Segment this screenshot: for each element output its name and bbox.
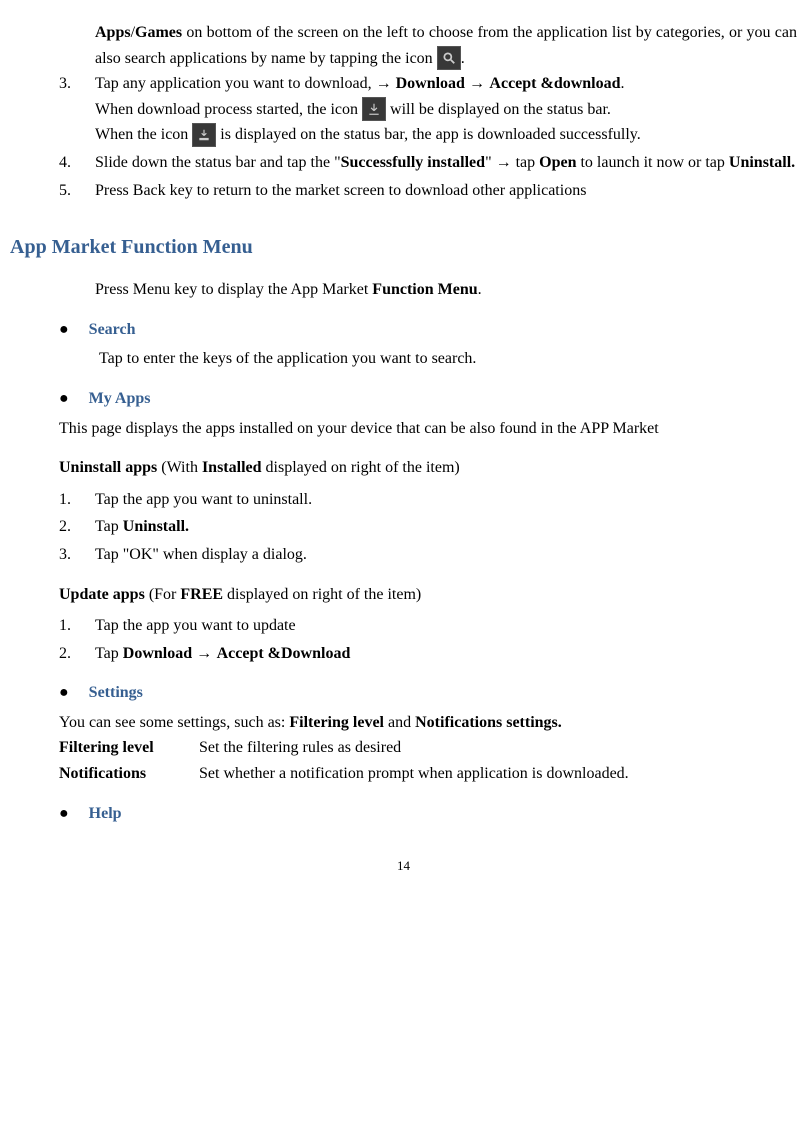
- intro-paragraph: Apps/Games on bottom of the screen on th…: [95, 20, 797, 71]
- step-3: 3. Tap any application you want to downl…: [95, 71, 797, 148]
- step-4: 4. Slide down the status bar and tap the…: [95, 150, 797, 176]
- bullet-icon: ●: [59, 317, 69, 343]
- bullet-myapps: ● My Apps: [95, 386, 797, 412]
- update-step-1: 1. Tap the app you want to update: [95, 613, 797, 639]
- settings-row-1: Filtering level Set the filtering rules …: [59, 735, 797, 761]
- bullet-icon: ●: [59, 680, 69, 706]
- step-5: 5. Press Back key to return to the marke…: [95, 178, 797, 204]
- settings-row-2: Notifications Set whether a notification…: [59, 761, 797, 787]
- apps-label: Apps: [95, 24, 131, 41]
- search-icon: [437, 46, 461, 70]
- section-intro: Press Menu key to display the App Market…: [95, 277, 797, 303]
- update-step-2: 2. Tap Download → Accept &Download: [95, 641, 797, 667]
- bullet-search: ● Search: [95, 317, 797, 343]
- uninstall-step-3: 3. Tap "OK" when display a dialog.: [95, 542, 797, 568]
- bullet-settings: ● Settings: [95, 680, 797, 706]
- bullet-help: ● Help: [95, 801, 797, 827]
- uninstall-step-1: 1. Tap the app you want to uninstall.: [95, 487, 797, 513]
- download-complete-icon: [192, 123, 216, 147]
- search-desc: Tap to enter the keys of the application…: [99, 346, 797, 372]
- games-label: Games: [135, 24, 182, 41]
- page-number: 14: [10, 856, 797, 877]
- section-title: App Market Function Menu: [10, 231, 797, 263]
- myapps-desc: This page displays the apps installed on…: [59, 416, 797, 442]
- settings-desc: You can see some settings, such as: Filt…: [59, 710, 797, 736]
- bullet-icon: ●: [59, 801, 69, 827]
- uninstall-heading: Uninstall apps (With Installed displayed…: [59, 455, 797, 481]
- uninstall-step-2: 2. Tap Uninstall.: [95, 514, 797, 540]
- update-heading: Update apps (For FREE displayed on right…: [59, 582, 797, 608]
- bullet-icon: ●: [59, 386, 69, 412]
- download-progress-icon: [362, 97, 386, 121]
